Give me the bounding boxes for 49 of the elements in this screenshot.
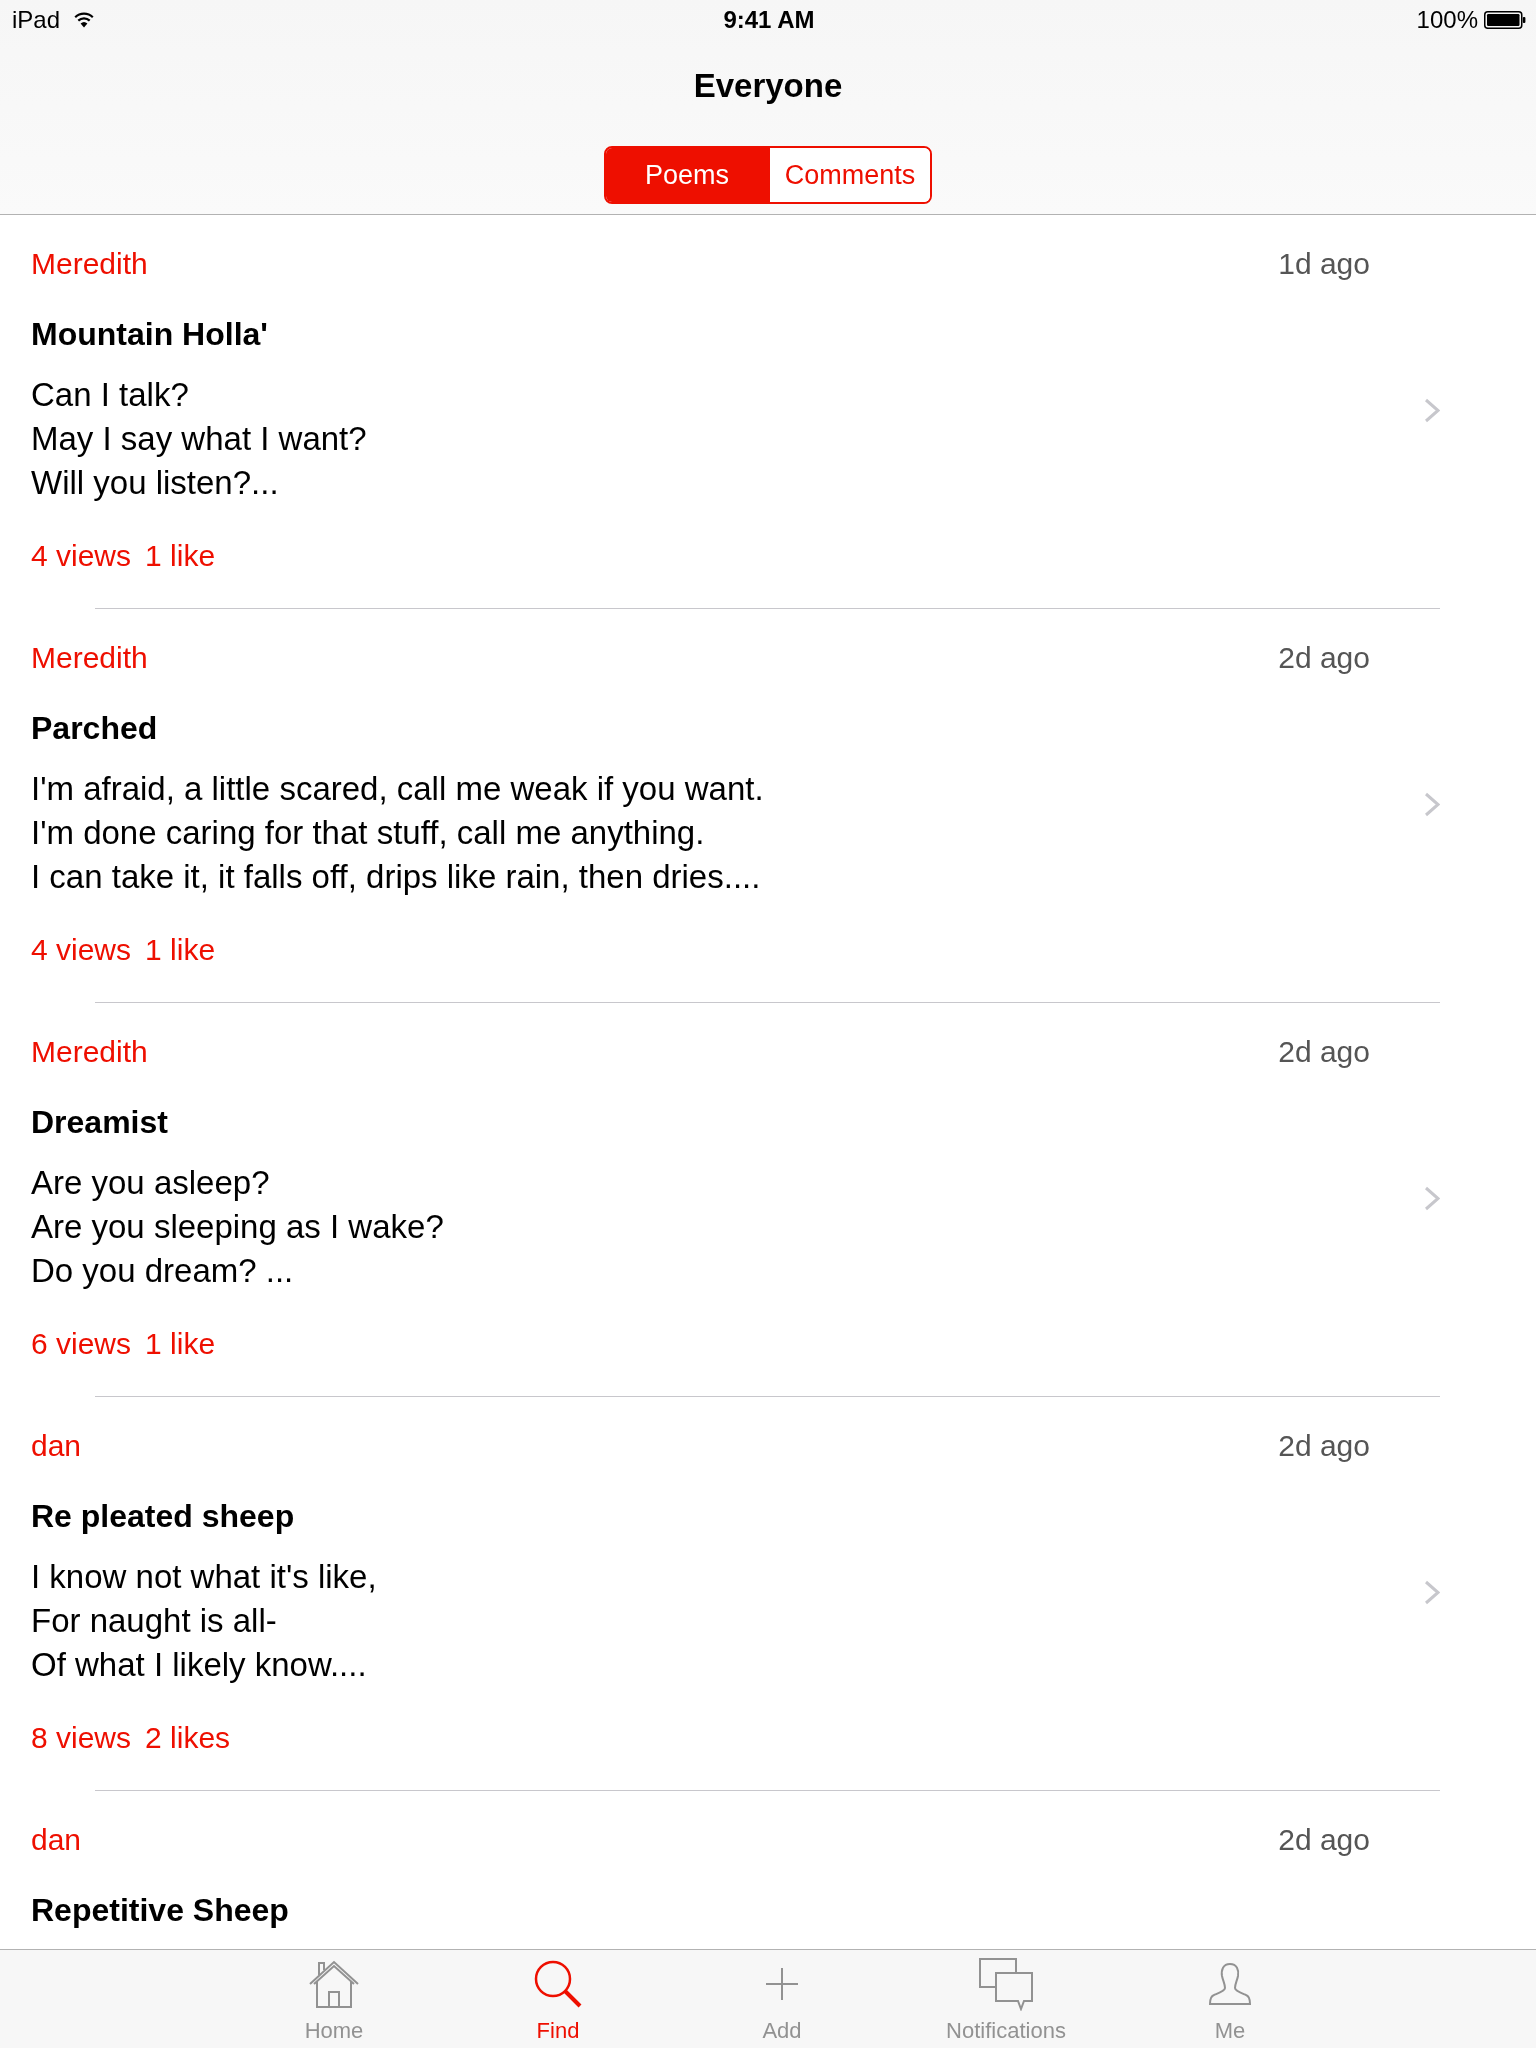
- screen-title: Everyone: [693, 66, 843, 106]
- chevron-right-icon: [1424, 791, 1440, 817]
- poem-title: Parched: [31, 709, 159, 747]
- status-time: 9:41 AM: [723, 6, 815, 34]
- author-name: Meredith: [31, 1034, 148, 1070]
- chevron-right-icon: [1424, 397, 1440, 423]
- home-icon: [308, 1960, 360, 2008]
- view-count: 4 views: [31, 538, 132, 574]
- poem-title: Mountain Holla': [31, 315, 269, 353]
- like-count: 1 like: [145, 932, 216, 968]
- battery-icon: [1484, 11, 1526, 29]
- tab-bar-item[interactable]: Find: [446, 1950, 670, 2048]
- poem-excerpt: I'm afraid, a little scared, call me weak if you want. I'm done caring for that stuff, call me anything. I can take it, it falls off, drips like rain, then dries....: [31, 769, 765, 897]
- author-name: Meredith: [31, 246, 148, 282]
- speech-bubbles-icon: [978, 1957, 1034, 2011]
- device-name: iPad: [12, 6, 61, 34]
- poem-excerpt: Are you asleep? Are you sleeping as I wake? Do you dream? ...: [31, 1163, 445, 1291]
- poem-title: Dreamist: [31, 1103, 169, 1141]
- chevron-right-icon: [1424, 1579, 1440, 1605]
- view-count: 6 views: [31, 1326, 132, 1362]
- author-name: Meredith: [31, 640, 148, 676]
- poem-title: Re pleated sheep: [31, 1497, 296, 1535]
- tab-bar-item[interactable]: Add: [670, 1950, 894, 2048]
- poem-title: Repetitive Sheep: [31, 1891, 290, 1929]
- segment-tab[interactable]: Comments: [768, 148, 930, 202]
- wifi-icon: [74, 12, 95, 28]
- post-time: 2d ago: [1278, 1428, 1370, 1464]
- like-count: 1 like: [145, 1326, 216, 1362]
- tab-bar-item[interactable]: Notifications: [894, 1950, 1118, 2048]
- author-name: dan: [31, 1822, 82, 1858]
- search-icon: [533, 1960, 583, 2008]
- like-count: 2 likes: [145, 1720, 231, 1756]
- post-time: 2d ago: [1278, 1034, 1370, 1070]
- tab-bar-item[interactable]: Home: [222, 1950, 446, 2048]
- person-icon: [1209, 1962, 1251, 2006]
- tab-bar-item[interactable]: Me: [1118, 1950, 1342, 2048]
- post-time: 1d ago: [1278, 246, 1370, 282]
- post-time: 2d ago: [1278, 1822, 1370, 1858]
- chevron-right-icon: [1424, 1185, 1440, 1211]
- segment-tab[interactable]: Poems: [606, 148, 768, 202]
- battery-percentage: 100%: [1416, 6, 1478, 34]
- poem-excerpt: I know not what it's like, For naught is all- Of what I likely know....: [31, 1557, 378, 1685]
- plus-icon: [765, 1967, 799, 2001]
- post-time: 2d ago: [1278, 640, 1370, 676]
- view-count: 8 views: [31, 1720, 132, 1756]
- view-count: 4 views: [31, 932, 132, 968]
- author-name: dan: [31, 1428, 82, 1464]
- poem-excerpt: Can I talk? May I say what I want? Will you listen?...: [31, 375, 368, 503]
- like-count: 1 like: [145, 538, 216, 574]
